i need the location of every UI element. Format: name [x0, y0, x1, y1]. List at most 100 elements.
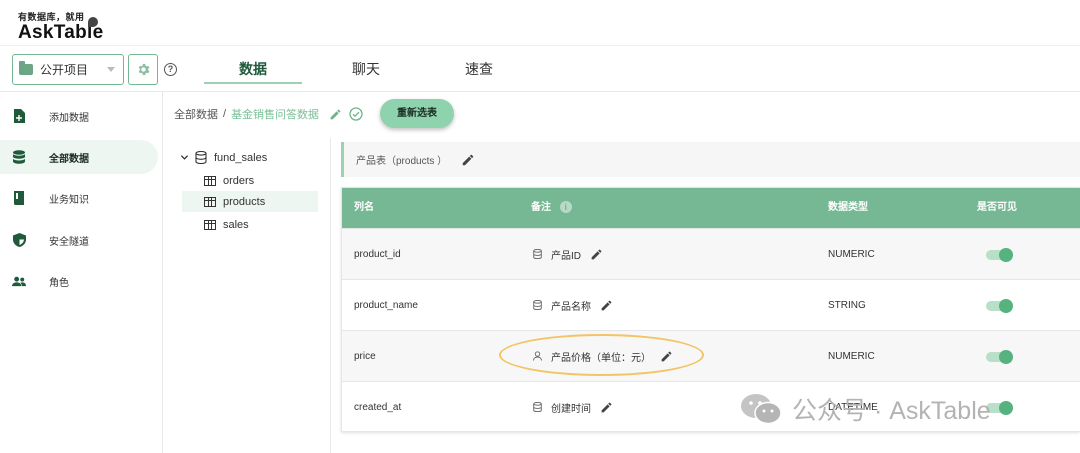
sidebar-item-roles[interactable]: 角色	[0, 264, 158, 298]
gear-icon	[138, 63, 149, 76]
data-type-cell: STRING	[828, 299, 866, 311]
confirm-button[interactable]	[349, 107, 363, 121]
sidebar-item-all-data[interactable]: 全部数据	[0, 140, 158, 174]
people-icon	[12, 274, 26, 288]
sidebar-item-label: 添加数据	[49, 112, 89, 124]
database-icon	[533, 300, 542, 310]
panel-divider	[330, 138, 331, 453]
edit-note-button[interactable]	[600, 401, 613, 414]
tree-table-label: products	[223, 195, 266, 208]
table-title-bar: 产品表（products ）	[341, 142, 1080, 177]
pencil-icon	[601, 300, 612, 310]
reselect-tables-button[interactable]: 重新选表	[380, 99, 454, 128]
visibility-toggle[interactable]	[986, 350, 1013, 364]
column-name-cell: product_name	[354, 299, 418, 311]
header-note: 备注 i	[531, 188, 572, 228]
visibility-toggle[interactable]	[986, 248, 1013, 262]
tree-database-label: fund_sales	[214, 151, 268, 164]
edit-note-button[interactable]	[590, 248, 603, 261]
sidebar-item-label: 角色	[49, 277, 69, 289]
logo-mark-icon	[88, 17, 98, 27]
book-icon	[12, 191, 26, 205]
edit-name-button[interactable]	[329, 108, 342, 121]
visibility-toggle[interactable]	[986, 299, 1013, 313]
sidebar-item-add-data[interactable]: 添加数据	[0, 99, 158, 133]
breadcrumb-current: 基金销售问答数据	[231, 109, 320, 121]
tab-quick-search[interactable]: 速查	[443, 47, 515, 92]
sidebar-item-secure-tunnel[interactable]: 安全隧道	[0, 223, 158, 257]
column-name-cell: created_at	[354, 401, 402, 413]
sidebar-item-label: 业务知识	[49, 194, 89, 206]
note-cell: 产品名称	[533, 280, 613, 330]
table-icon	[204, 196, 216, 207]
tree-table-label: sales	[223, 218, 249, 231]
database-icon	[533, 402, 542, 412]
shield-icon	[12, 233, 26, 247]
tree-database-node[interactable]: fund_sales	[180, 147, 267, 168]
table-icon	[204, 219, 216, 230]
header-column-name: 列名	[354, 202, 374, 213]
toggle-knob	[999, 350, 1013, 364]
chevron-down-icon	[180, 155, 189, 160]
project-select[interactable]: 公开项目	[12, 54, 124, 85]
table-tree: fund_sales orders products sales	[174, 143, 330, 453]
breadcrumb-separator: /	[223, 108, 227, 120]
tab-chat[interactable]: 聊天	[330, 47, 402, 92]
note-text: 创建时间	[551, 403, 591, 415]
breadcrumb-root[interactable]: 全部数据	[174, 106, 218, 122]
sidebar-item-business-knowledge[interactable]: 业务知识	[0, 181, 158, 215]
note-text: 产品名称	[551, 301, 591, 313]
note-text: 产品ID	[551, 250, 581, 262]
database-icon	[533, 249, 542, 259]
database-icon	[12, 150, 26, 164]
sidebar: 添加数据 全部数据 业务知识 安全隧道 角色	[0, 92, 163, 453]
tree-table-item[interactable]: products	[182, 191, 318, 212]
project-label: 公开项目	[40, 63, 89, 77]
add-document-icon	[12, 109, 26, 123]
header-data-type: 数据类型	[828, 202, 868, 213]
table-icon	[204, 175, 216, 186]
column-name-cell: product_id	[354, 248, 401, 260]
database-icon	[195, 151, 207, 164]
tree-table-item[interactable]: orders	[204, 170, 320, 191]
table-header: 列名 备注 i 数据类型 是否可见	[342, 188, 1080, 228]
header-visible: 是否可见	[977, 202, 1017, 213]
data-type-cell: NUMERIC	[828, 248, 875, 260]
check-circle-icon	[349, 107, 363, 121]
tree-table-item[interactable]: sales	[204, 214, 320, 235]
info-icon[interactable]: i	[559, 201, 572, 214]
pencil-icon	[330, 109, 341, 119]
data-type-cell: NUMERIC	[828, 350, 875, 362]
chevron-down-icon	[107, 67, 115, 72]
watermark-text: 公众号 · AskTable	[792, 397, 991, 425]
sidebar-item-label: 安全隧道	[49, 236, 89, 248]
pencil-icon	[601, 402, 612, 412]
note-cell: 产品ID	[533, 229, 603, 279]
highlight-annotation	[499, 334, 704, 376]
table-title: 产品表（products ）	[356, 156, 448, 167]
active-tab-indicator	[204, 82, 302, 84]
table-row: product_id 产品ID NUMERIC	[342, 228, 1080, 279]
edit-table-name-button[interactable]	[461, 153, 475, 167]
logo-bar: 有数据库，就用 AskTable	[0, 0, 1080, 46]
pencil-icon	[462, 154, 474, 165]
toggle-knob	[999, 248, 1013, 262]
app-logo[interactable]: 有数据库，就用 AskTable	[18, 10, 103, 44]
note-cell: 创建时间	[533, 382, 613, 432]
toggle-knob	[999, 401, 1013, 415]
edit-note-button[interactable]	[600, 299, 613, 312]
header-note-label: 备注	[531, 202, 551, 213]
column-name-cell: price	[354, 350, 376, 362]
table-row: product_name 产品名称 STRING	[342, 279, 1080, 330]
sidebar-item-label: 全部数据	[49, 153, 89, 165]
help-icon[interactable]: ?	[164, 63, 177, 76]
toggle-knob	[999, 299, 1013, 313]
folder-icon	[19, 61, 33, 75]
watermark: 公众号 · AskTable	[740, 389, 991, 429]
table-row: price 产品价格（单位：元） NUMERIC	[342, 330, 1080, 381]
pencil-icon	[591, 249, 602, 259]
settings-button[interactable]	[128, 54, 158, 85]
top-nav: 公开项目 ? 数据 聊天 速查	[0, 47, 1080, 92]
tab-data[interactable]: 数据	[204, 47, 302, 92]
wechat-icon	[741, 394, 782, 425]
